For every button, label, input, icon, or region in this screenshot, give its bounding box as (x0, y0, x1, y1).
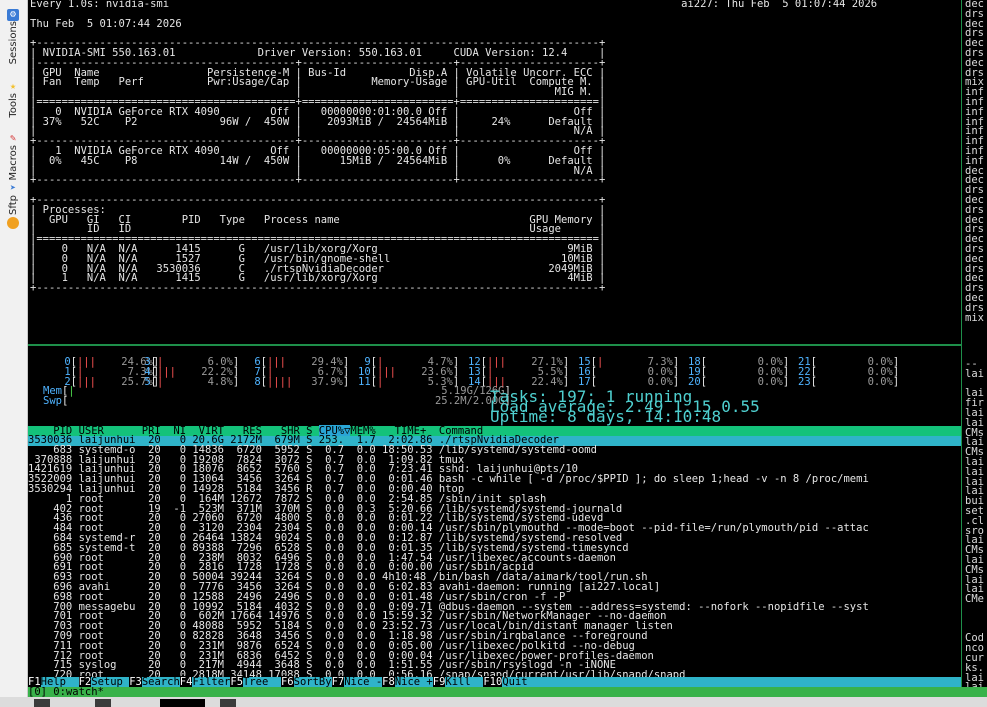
sidebar: ⚙ Sessions ★ Tools ✎ Macros ➤ Sftp (0, 0, 28, 707)
swp-meter: Swp[ 25.2M/2.00G] (43, 395, 511, 408)
process-list[interactable]: 3530036 laijunhui 20 0 20.6G 2172M 679M … (28, 435, 961, 681)
right-pane-bottom-text: -- lai lai fir lai lai CMs lai CMs lai lai lai lai bu… (965, 359, 984, 687)
right-pane-line (965, 605, 984, 615)
dot-icon (7, 217, 19, 229)
sidebar-tab-label: Macros (7, 145, 19, 181)
wrench-icon: ✎ (9, 133, 17, 144)
swp-bar-empty (68, 395, 428, 407)
cpu-percent: 0.0% (744, 375, 783, 388)
right-pane-line (965, 615, 984, 625)
cpu-meter-20: 20[ 0.0%] (688, 375, 790, 388)
function-key-bar[interactable]: F1Help F2Setup F3SearchF4FilterF5Tree F6… (28, 676, 961, 688)
right-pane-top-text: dec drs dec drs dec drs dec drs mix inf inf inf inf i… (965, 0, 984, 323)
taskbar-item[interactable] (160, 699, 205, 707)
nvidia-smi-output: Every 1.0s: nvidia-smi ai227: Thu Feb 5 … (30, 0, 877, 294)
bracket-close: ] (672, 375, 680, 388)
htop-pane[interactable]: 0[||| 24.6%] 3[| 6.0%] 6[||| 29.4%] 9[| … (28, 346, 961, 688)
swp-label: Swp (43, 395, 62, 408)
taskbar-item[interactable] (34, 699, 50, 707)
cpu-label: 17 (578, 375, 591, 388)
sidebar-tab-label: Sftp (7, 195, 19, 215)
cpu-bar-empty (597, 376, 635, 388)
taskbar-item[interactable] (220, 699, 236, 707)
sidebar-tab-tools[interactable]: ★ Tools (2, 78, 24, 118)
taskbar-item[interactable] (95, 699, 111, 707)
right-pane-line: mix (965, 311, 984, 324)
sidebar-tab-macros[interactable]: ✎ Macros (2, 130, 24, 180)
smi-line: +---------------------------------------… (30, 174, 606, 187)
cpu-meter-17: 17[ 0.0%] (578, 375, 680, 388)
sidebar-tab-label: Tools (7, 93, 19, 118)
arrow-icon: ➤ (9, 183, 17, 194)
smi-line: Every 1.0s: nvidia-smi ai227: Thu Feb 5 … (30, 0, 878, 10)
taskbar (0, 697, 987, 707)
cpu-label: 20 (688, 375, 701, 388)
cpu-label: 23 (798, 375, 811, 388)
watch-pane[interactable]: Every 1.0s: nvidia-smi ai227: Thu Feb 5 … (28, 0, 987, 344)
bracket-close: ] (562, 375, 570, 388)
sidebar-tab-sessions[interactable]: ⚙ Sessions (2, 6, 24, 64)
right-pane-line: CMe (965, 593, 984, 606)
cpu-percent: 0.0% (854, 375, 893, 388)
smi-line: Thu Feb 5 01:07:44 2026 (30, 17, 182, 30)
cpu-meter-23: 23[ 0.0%] (798, 375, 900, 388)
bracket-close: ] (892, 375, 900, 388)
smi-line: +---------------------------------------… (30, 282, 606, 295)
right-pane-line: lai (965, 367, 984, 380)
tmux-status-bar: [0] 0:watch* (28, 687, 987, 697)
sidebar-tab-sftp[interactable]: ➤ Sftp (2, 180, 24, 215)
cpu-bar-empty (817, 376, 855, 388)
bracket-close: ] (782, 375, 790, 388)
cpu-percent: 0.0% (634, 375, 673, 388)
gear-icon: ⚙ (7, 9, 19, 21)
uptime: Uptime: 8 days, 14:10:48 (490, 407, 722, 426)
sidebar-tab-label: Sessions (7, 21, 19, 65)
star-icon: ★ (9, 81, 17, 92)
right-pane[interactable]: dec drs dec drs dec drs dec drs mix inf inf inf inf i… (962, 0, 987, 687)
sidebar-tab-extra[interactable] (2, 214, 24, 229)
cpu-percent: 22.4% (524, 375, 563, 388)
cpu-bar-empty (707, 376, 745, 388)
